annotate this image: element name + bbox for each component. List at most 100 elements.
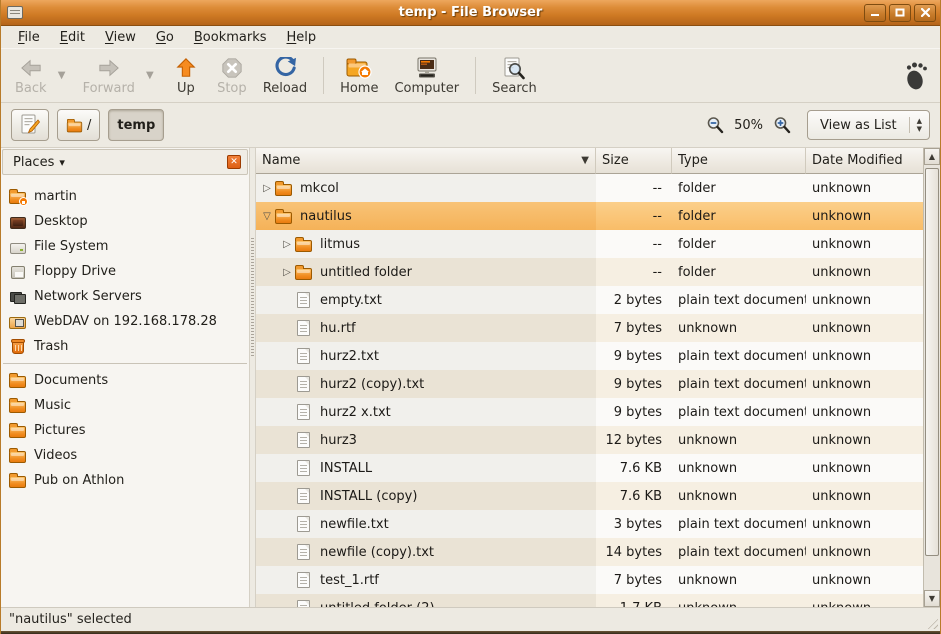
menu-go[interactable]: Go xyxy=(147,28,183,47)
file-row[interactable]: hu.rtf 7 bytes unknown unknown xyxy=(256,314,923,342)
sidebar-item-pub[interactable]: Pub on Athlon xyxy=(1,468,249,493)
back-icon xyxy=(19,56,43,80)
column-header-size[interactable]: Size xyxy=(596,148,672,174)
column-header-type[interactable]: Type xyxy=(672,148,806,174)
root-path-button[interactable]: / xyxy=(57,109,100,141)
text-file-icon xyxy=(294,432,313,448)
pane-splitter[interactable] xyxy=(250,148,256,607)
list-header: Name▼ Size Type Date Modified xyxy=(256,148,923,174)
sidebar-item-filesystem[interactable]: File System xyxy=(1,234,249,259)
file-row[interactable]: hurz2 x.txt 9 bytes plain text document … xyxy=(256,398,923,426)
file-row[interactable]: empty.txt 2 bytes plain text document un… xyxy=(256,286,923,314)
minimize-button[interactable] xyxy=(864,4,886,22)
titlebar[interactable]: temp - File Browser xyxy=(1,0,940,26)
statusbar: "nautilus" selected xyxy=(1,608,940,631)
expander-collapsed-icon[interactable] xyxy=(260,183,274,194)
reload-button[interactable]: Reload xyxy=(255,51,315,100)
stop-button[interactable]: Stop xyxy=(209,51,255,100)
vertical-scrollbar[interactable]: ▲ ▼ xyxy=(923,148,940,607)
folder-icon xyxy=(274,209,293,224)
close-button[interactable] xyxy=(914,4,936,22)
file-row-nautilus-selected[interactable]: nautilus -- folder unknown xyxy=(256,202,923,230)
up-button[interactable]: Up xyxy=(163,51,209,100)
scrollbar-track[interactable] xyxy=(924,165,940,590)
text-file-icon xyxy=(294,348,313,364)
sidebar-mode-select[interactable]: Places ✕ xyxy=(2,149,248,175)
file-row[interactable]: hurz2.txt 9 bytes plain text document un… xyxy=(256,342,923,370)
trash-icon xyxy=(9,339,26,354)
sidebar-item-music[interactable]: Music xyxy=(1,393,249,418)
file-row[interactable]: INSTALL (copy) 7.6 KB unknown unknown xyxy=(256,482,923,510)
sidebar-item-documents[interactable]: Documents xyxy=(1,368,249,393)
sidebar-item-videos[interactable]: Videos xyxy=(1,443,249,468)
forward-dropdown-icon[interactable]: ▼ xyxy=(143,51,157,100)
webdav-share-icon xyxy=(9,315,26,329)
home-button[interactable]: Home xyxy=(332,51,386,100)
text-file-icon xyxy=(294,404,313,420)
file-rows: mkcol -- folder unknown nautilus -- fold… xyxy=(256,174,923,607)
folder-icon xyxy=(9,448,26,463)
search-button[interactable]: Search xyxy=(484,51,545,100)
stop-icon xyxy=(221,56,243,80)
expander-collapsed-icon[interactable] xyxy=(280,239,294,250)
menu-help[interactable]: Help xyxy=(278,28,326,47)
scrollbar-thumb[interactable] xyxy=(925,168,939,556)
expander-collapsed-icon[interactable] xyxy=(280,267,294,278)
view-mode-select[interactable]: View as List ▲▼ xyxy=(807,110,930,140)
network-icon xyxy=(9,290,26,304)
sidebar-close-icon[interactable]: ✕ xyxy=(227,155,241,169)
menu-file[interactable]: File xyxy=(9,28,49,47)
menu-view[interactable]: View xyxy=(96,28,145,47)
text-file-icon xyxy=(294,544,313,560)
back-button[interactable]: Back xyxy=(7,51,55,100)
sidebar-item-webdav[interactable]: WebDAV on 192.168.178.28 xyxy=(1,309,249,334)
edit-location-icon xyxy=(20,114,40,136)
column-header-name[interactable]: Name▼ xyxy=(256,148,596,174)
scroll-up-icon[interactable]: ▲ xyxy=(924,148,940,165)
zoom-out-icon[interactable] xyxy=(706,116,724,134)
sidebar-item-network[interactable]: Network Servers xyxy=(1,284,249,309)
back-dropdown-icon[interactable]: ▼ xyxy=(55,51,69,100)
file-row[interactable]: untitled folder (2) 1.7 KB unknown unkno… xyxy=(256,594,923,607)
folder-icon xyxy=(9,423,26,438)
expander-expanded-icon[interactable] xyxy=(260,211,274,222)
desktop-icon xyxy=(9,215,26,229)
file-row-litmus[interactable]: litmus -- folder unknown xyxy=(256,230,923,258)
up-icon xyxy=(174,56,198,80)
menu-bookmarks[interactable]: Bookmarks xyxy=(185,28,276,47)
computer-icon xyxy=(415,56,439,80)
sidebar-item-trash[interactable]: Trash xyxy=(1,334,249,359)
file-row[interactable]: newfile.txt 3 bytes plain text document … xyxy=(256,510,923,538)
floppy-icon xyxy=(9,264,26,279)
scroll-down-icon[interactable]: ▼ xyxy=(924,590,940,607)
sidebar-item-desktop[interactable]: Desktop xyxy=(1,209,249,234)
current-path-button[interactable]: temp xyxy=(108,109,164,141)
window-title: temp - File Browser xyxy=(1,5,940,20)
text-file-icon xyxy=(294,488,313,504)
column-header-date[interactable]: Date Modified xyxy=(806,148,923,174)
text-file-icon xyxy=(294,292,313,308)
file-row[interactable]: INSTALL 7.6 KB unknown unknown xyxy=(256,454,923,482)
computer-button[interactable]: Computer xyxy=(386,51,467,100)
file-row[interactable]: newfile (copy).txt 14 bytes plain text d… xyxy=(256,538,923,566)
forward-button[interactable]: Forward xyxy=(75,51,143,100)
toolbar: Back ▼ Forward ▼ Up Stop Reload Home xyxy=(1,48,940,103)
edit-location-button[interactable] xyxy=(11,109,49,141)
file-row[interactable]: hurz2 (copy).txt 9 bytes plain text docu… xyxy=(256,370,923,398)
zoom-in-icon[interactable] xyxy=(773,116,791,134)
file-row-mkcol[interactable]: mkcol -- folder unknown xyxy=(256,174,923,202)
maximize-button[interactable] xyxy=(889,4,911,22)
sidebar-item-floppy[interactable]: Floppy Drive xyxy=(1,259,249,284)
file-row[interactable]: hurz3 12 bytes unknown unknown xyxy=(256,426,923,454)
menu-edit[interactable]: Edit xyxy=(51,28,94,47)
resize-grip[interactable] xyxy=(925,616,938,629)
text-file-icon xyxy=(294,516,313,532)
sidebar-item-pictures[interactable]: Pictures xyxy=(1,418,249,443)
menubar: File Edit View Go Bookmarks Help xyxy=(1,26,940,48)
window-app-icon[interactable] xyxy=(7,6,23,19)
file-row-untitled-folder[interactable]: untitled folder -- folder unknown xyxy=(256,258,923,286)
file-row[interactable]: test_1.rtf 7 bytes unknown unknown xyxy=(256,566,923,594)
spinner-arrows-icon: ▲▼ xyxy=(909,117,929,133)
sidebar-item-home[interactable]: martin xyxy=(1,184,249,209)
text-file-icon xyxy=(294,376,313,392)
